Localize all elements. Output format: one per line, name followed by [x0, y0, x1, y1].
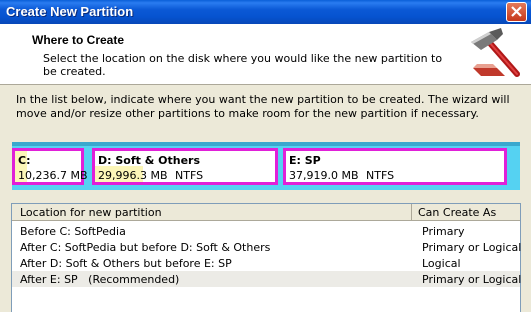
wizard-header: Where to Create Select the location on t…	[0, 24, 531, 85]
list-item-type: Logical	[422, 257, 461, 270]
list-item-location: After E: SP (Recommended)	[20, 273, 180, 286]
partition-filesystem: NTFS	[366, 169, 395, 182]
window-title: Create New Partition	[6, 4, 134, 19]
list-item-location: After C: SoftPedia but before D: Soft & …	[20, 241, 271, 254]
partition-name: C:	[18, 154, 31, 167]
partition-d[interactable]: D: Soft & Others 29,996.3 MB NTFS	[92, 148, 278, 185]
partition-size: 37,919.0 MB	[289, 169, 359, 182]
column-header-type[interactable]: Can Create As	[418, 206, 496, 219]
list-item-location: Before C: SoftPedia	[20, 225, 126, 238]
list-item-location: After D: Soft & Others but before E: SP	[20, 257, 232, 270]
partition-e[interactable]: E: SP 37,919.0 MB NTFS	[283, 148, 507, 185]
title-bar: Create New Partition	[0, 0, 531, 24]
page-title: Where to Create	[32, 33, 125, 47]
location-list[interactable]: Location for new partition Can Create As…	[11, 203, 521, 312]
disk-map-strip	[12, 142, 520, 146]
partition-name: E: SP	[289, 154, 321, 167]
list-header: Location for new partition Can Create As	[12, 204, 520, 221]
partition-filesystem: NTFS	[175, 169, 204, 182]
partition-size: 29,996.3 MB	[98, 169, 168, 182]
partition-name: D: Soft & Others	[98, 154, 201, 167]
column-header-location[interactable]: Location for new partition	[12, 204, 412, 220]
partition-size: 10,236.7 MB	[18, 169, 88, 182]
close-icon[interactable]	[506, 2, 527, 22]
list-item-type: Primary or Logical	[422, 241, 522, 254]
list-item[interactable]: After D: Soft & Others but before E: SP …	[12, 255, 520, 271]
hammer-wizard-icon	[467, 28, 523, 82]
list-item-type: Primary	[422, 225, 465, 238]
instructions-text: In the list below, indicate where you wa…	[16, 93, 510, 120]
list-item[interactable]: Before C: SoftPedia Primary	[12, 223, 520, 239]
disk-map: C: 10,236.7 MB D: Soft & Others 29,996.3…	[12, 142, 520, 190]
page-description: Select the location on the disk where yo…	[43, 52, 443, 78]
list-item-type: Primary or Logical	[422, 273, 522, 286]
list-item-selected[interactable]: After E: SP (Recommended) Primary or Log…	[12, 271, 522, 287]
list-item[interactable]: After C: SoftPedia but before D: Soft & …	[12, 239, 522, 255]
partition-c[interactable]: C: 10,236.7 MB	[12, 148, 88, 185]
